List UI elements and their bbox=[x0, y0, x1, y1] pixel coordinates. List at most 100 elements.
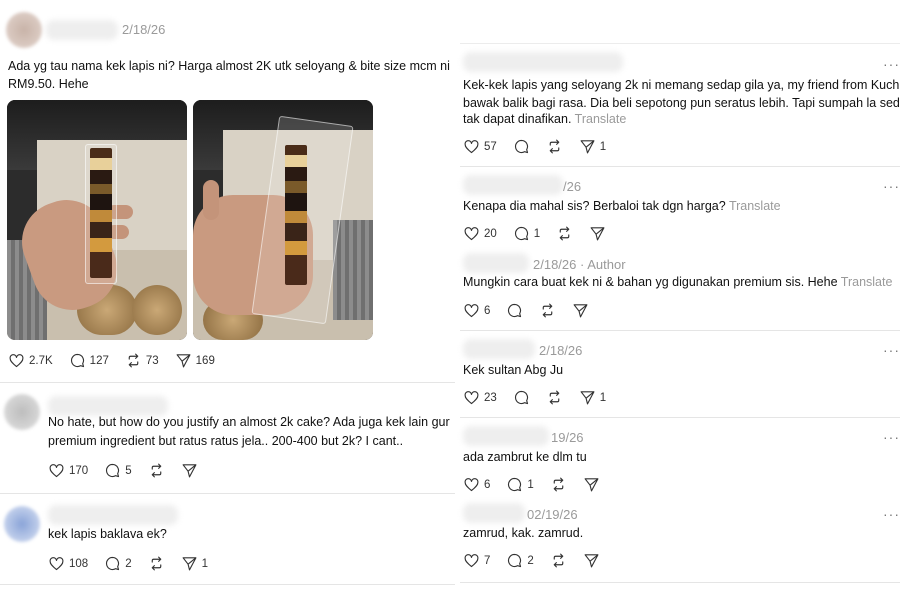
reply-button[interactable] bbox=[513, 138, 530, 155]
post-photo-2[interactable] bbox=[193, 100, 373, 340]
comment-date[interactable]: 02/19/26 bbox=[527, 507, 578, 522]
avatar[interactable] bbox=[4, 506, 40, 542]
like-button[interactable]: 6 bbox=[463, 302, 490, 319]
share-icon bbox=[175, 352, 192, 369]
like-button[interactable]: 23 bbox=[463, 389, 497, 406]
username[interactable] bbox=[48, 505, 178, 525]
repost-button[interactable] bbox=[546, 389, 563, 406]
more-icon[interactable]: ··· bbox=[883, 506, 900, 522]
reply-text-line-1: No hate, but how do you justify an almos… bbox=[48, 415, 450, 429]
repost-icon bbox=[550, 552, 567, 569]
comment-text: Kek sultan Abg Ju bbox=[463, 363, 564, 377]
like-count: 108 bbox=[69, 557, 89, 570]
share-icon bbox=[579, 389, 596, 406]
share-button[interactable]: 1 bbox=[181, 555, 208, 572]
avatar[interactable] bbox=[4, 394, 40, 430]
reply-button[interactable]: 2 bbox=[104, 555, 132, 572]
divider bbox=[460, 330, 900, 331]
share-button[interactable] bbox=[589, 225, 606, 242]
username[interactable] bbox=[463, 175, 563, 195]
left-thread-column: 2/18/26 Ada yg tau nama kek lapis ni? Ha… bbox=[0, 0, 462, 600]
repost-button[interactable] bbox=[550, 552, 567, 569]
divider bbox=[460, 43, 900, 44]
reply-button[interactable]: 1 bbox=[513, 225, 540, 242]
translate-link[interactable]: Translate bbox=[575, 112, 627, 126]
repost-icon bbox=[148, 462, 165, 479]
username[interactable] bbox=[463, 253, 529, 273]
share-button[interactable] bbox=[181, 462, 198, 479]
username[interactable] bbox=[463, 52, 623, 72]
repost-button[interactable]: 73 bbox=[125, 352, 159, 369]
author-tag: · Author bbox=[580, 257, 626, 272]
reply-button[interactable]: 1 bbox=[506, 476, 534, 493]
share-count: 1 bbox=[201, 557, 208, 570]
reply-button[interactable]: 2 bbox=[506, 552, 534, 569]
heart-icon bbox=[463, 138, 480, 155]
comment-actions: 6 bbox=[463, 302, 605, 319]
more-icon[interactable]: ··· bbox=[883, 56, 900, 72]
avatar[interactable] bbox=[6, 12, 42, 48]
divider bbox=[460, 417, 900, 418]
divider bbox=[460, 582, 900, 583]
post-text-line-2: RM9.50. Hehe bbox=[8, 77, 89, 91]
comment-date[interactable]: 2/18/26 bbox=[539, 343, 582, 358]
like-button[interactable]: 6 bbox=[463, 476, 490, 493]
share-button[interactable] bbox=[583, 476, 600, 493]
more-icon[interactable]: ··· bbox=[883, 178, 900, 194]
heart-icon bbox=[463, 302, 480, 319]
like-count: 170 bbox=[69, 464, 89, 477]
like-button[interactable]: 57 bbox=[463, 138, 497, 155]
like-button[interactable]: 2.7K bbox=[8, 352, 53, 369]
repost-button[interactable] bbox=[550, 476, 567, 493]
comment-date[interactable]: 19/26 bbox=[551, 430, 584, 445]
repost-button[interactable] bbox=[148, 555, 165, 572]
repost-button[interactable] bbox=[546, 138, 563, 155]
comment-date[interactable]: 2/18/26 bbox=[533, 257, 576, 272]
like-button[interactable]: 7 bbox=[463, 552, 490, 569]
divider bbox=[0, 493, 462, 494]
username[interactable] bbox=[46, 20, 118, 40]
like-button[interactable]: 170 bbox=[48, 462, 88, 479]
reply-icon bbox=[513, 389, 530, 406]
like-button[interactable]: 108 bbox=[48, 555, 88, 572]
share-button[interactable]: 1 bbox=[579, 138, 606, 155]
reply-text-line-2: premium ingredient but ratus ratus jela.… bbox=[48, 434, 404, 448]
share-button[interactable] bbox=[572, 302, 589, 319]
share-icon bbox=[181, 555, 198, 572]
repost-icon bbox=[539, 302, 556, 319]
reply-button[interactable]: 5 bbox=[104, 462, 132, 479]
share-icon bbox=[579, 138, 596, 155]
reply-button[interactable] bbox=[506, 302, 523, 319]
repost-count: 73 bbox=[145, 354, 159, 367]
repost-button[interactable] bbox=[556, 225, 573, 242]
post-date[interactable]: 2/18/26 bbox=[122, 22, 165, 37]
share-button[interactable]: 169 bbox=[175, 352, 215, 369]
share-button[interactable]: 1 bbox=[579, 389, 606, 406]
like-button[interactable]: 20 bbox=[463, 225, 497, 242]
more-icon[interactable]: ··· bbox=[883, 342, 900, 358]
comment-text-content: Kenapa dia mahal sis? Berbaloi tak dgn h… bbox=[463, 199, 726, 213]
username[interactable] bbox=[463, 426, 549, 446]
reply-icon bbox=[506, 552, 523, 569]
username[interactable] bbox=[463, 503, 525, 523]
repost-icon bbox=[148, 555, 165, 572]
reply-button[interactable]: 127 bbox=[69, 352, 109, 369]
heart-icon bbox=[48, 555, 65, 572]
username[interactable] bbox=[463, 339, 535, 359]
heart-icon bbox=[463, 389, 480, 406]
post-photo-1[interactable] bbox=[7, 100, 187, 340]
like-count: 23 bbox=[484, 391, 497, 404]
repost-button[interactable] bbox=[148, 462, 165, 479]
comment-actions: 6 1 bbox=[463, 476, 616, 493]
translate-link[interactable]: Translate bbox=[841, 275, 893, 289]
comment-text: Kenapa dia mahal sis? Berbaloi tak dgn h… bbox=[463, 197, 781, 216]
more-icon[interactable]: ··· bbox=[883, 429, 900, 445]
repost-button[interactable] bbox=[539, 302, 556, 319]
heart-icon bbox=[463, 225, 480, 242]
share-button[interactable] bbox=[583, 552, 600, 569]
comment-date[interactable]: /26 bbox=[563, 179, 581, 194]
reply-icon bbox=[506, 476, 523, 493]
translate-link[interactable]: Translate bbox=[729, 199, 781, 213]
share-icon bbox=[572, 302, 589, 319]
reply-button[interactable] bbox=[513, 389, 530, 406]
